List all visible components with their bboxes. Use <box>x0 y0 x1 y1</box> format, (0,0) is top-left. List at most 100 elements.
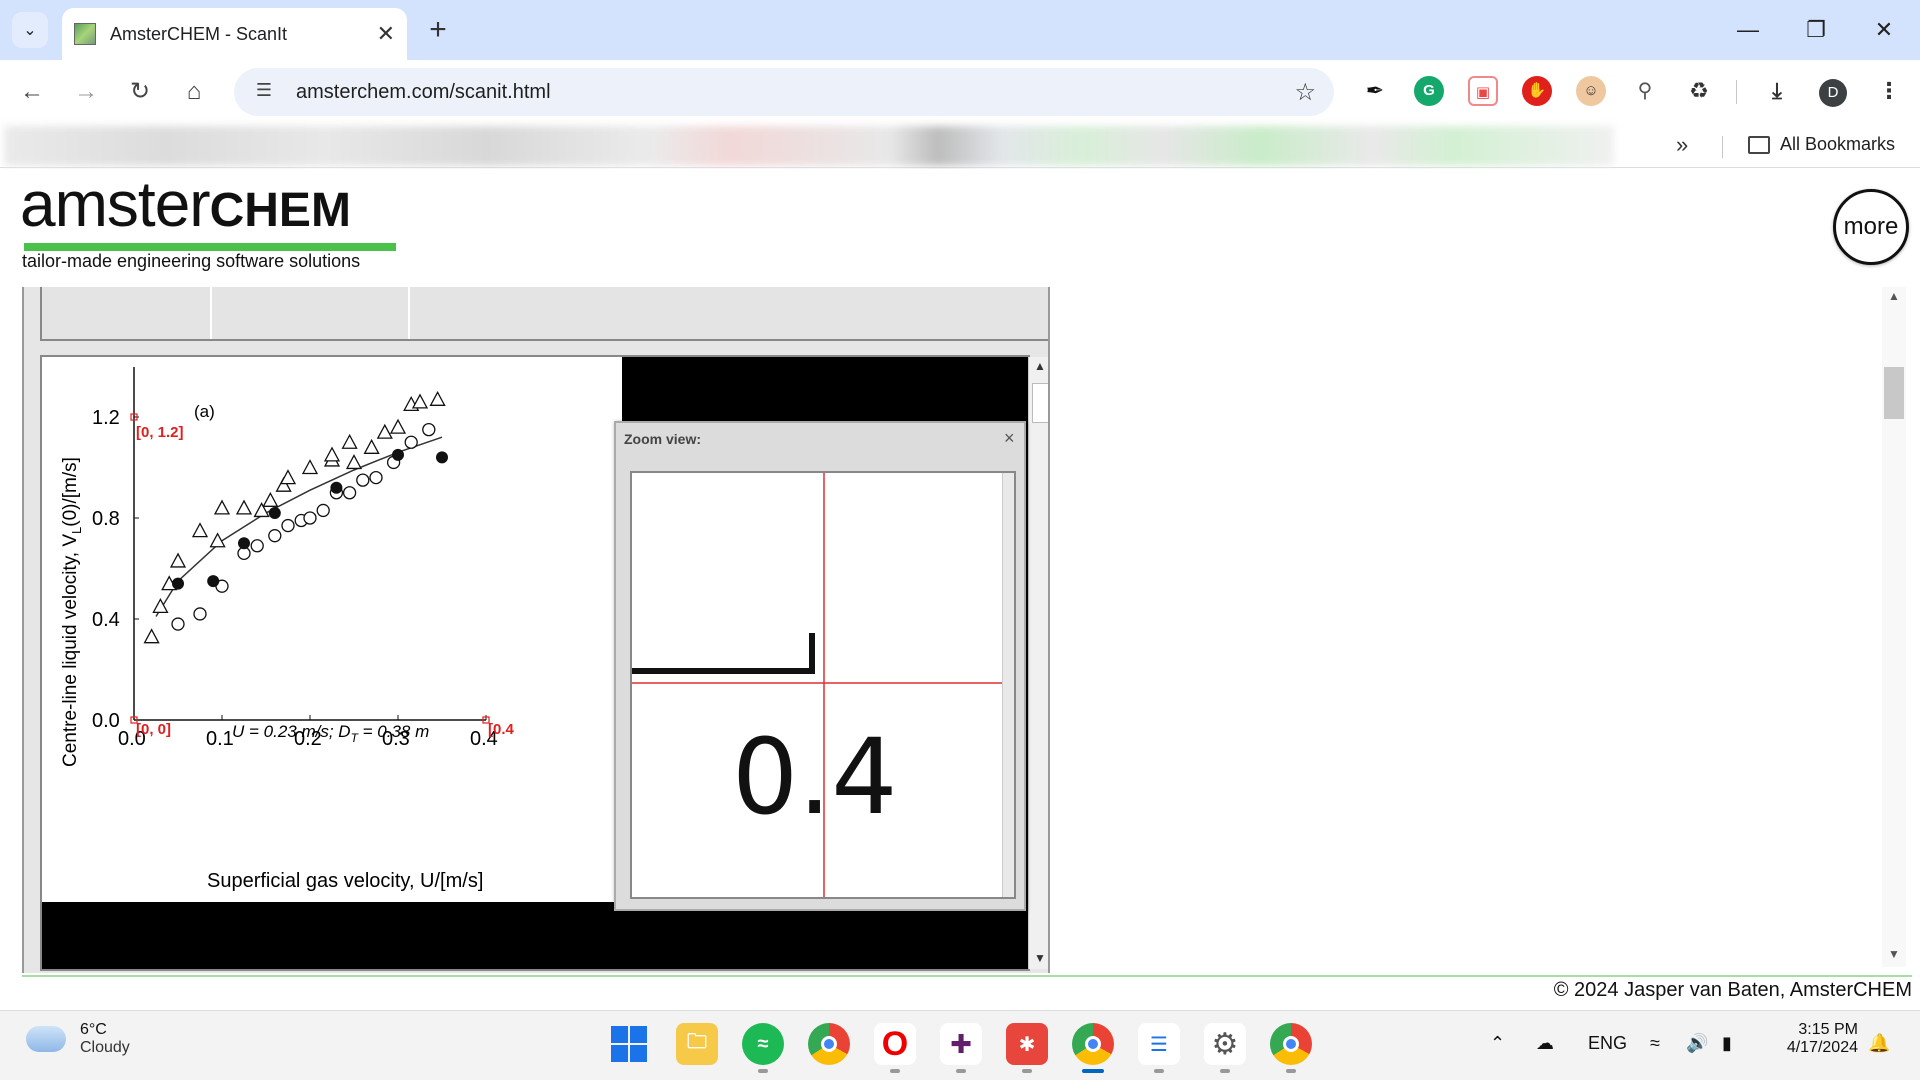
open-circle-marker <box>268 529 282 543</box>
back-button[interactable]: ← <box>14 74 50 110</box>
page-scroll-up-icon[interactable]: ▲ <box>1888 289 1900 303</box>
zoom-extension-icon[interactable]: ⚲ <box>1630 76 1660 106</box>
open-circle-marker <box>303 511 317 525</box>
tray-chevron-up-icon[interactable]: ⌃ <box>1490 1033 1505 1054</box>
amsterchem-logo[interactable]: amsterCHEM tailor-made engineering softw… <box>20 168 400 279</box>
zoom-magnified-svg: 0.4 <box>632 473 1002 897</box>
address-bar[interactable]: ☰ amsterchem.com/scanit.html ☆ <box>234 68 1334 116</box>
scanned-chart-image[interactable]: 0.0 0.1 0.2 0.3 0.4 0.0 0.4 0.8 1.2 [0, 1.2] [0, … <box>42 357 622 902</box>
tab-search-button[interactable]: ⌄ <box>12 12 48 48</box>
profile-avatar[interactable]: D <box>1819 79 1847 107</box>
grammarly-extension-icon[interactable]: G <box>1414 76 1444 106</box>
file-explorer-icon[interactable]: 🗀 <box>676 1023 718 1065</box>
notes-app-icon[interactable]: ☰ <box>1138 1023 1180 1073</box>
filled-circle-marker <box>268 506 281 519</box>
canvas-vertical-scrollbar[interactable]: ▲ ▼ <box>1028 357 1048 969</box>
triangle-marker <box>143 628 160 644</box>
open-circle-marker <box>422 422 436 437</box>
triangle-marker <box>411 393 429 409</box>
forward-button[interactable]: → <box>68 74 104 110</box>
running-indicator <box>890 1069 900 1073</box>
all-bookmarks-button[interactable]: All Bookmarks <box>1748 134 1895 155</box>
triangle-marker <box>213 499 231 515</box>
applet-toolbar-segment-2[interactable] <box>214 287 410 339</box>
annotation-tail: = 0.38 m <box>358 722 429 741</box>
screenshot-extension-icon[interactable]: ▣ <box>1468 76 1498 106</box>
y-tick-label: 1.2 <box>92 407 120 429</box>
download-icon[interactable]: ⤓ <box>1762 76 1792 106</box>
wifi-icon[interactable]: ≈ <box>1650 1033 1660 1054</box>
running-indicator <box>1022 1069 1032 1073</box>
scanned-chart-svg: 0.0 0.1 0.2 0.3 0.40.00.40.81.2 [0, 1.2][0, … <box>60 367 515 892</box>
windows-taskbar: 6°C Cloudy 🗀 ≈ O ✚ ✱ ☰ ⚙ ⌃ ☁ ENG ≈ 🔊 ▮ 3… <box>0 1010 1920 1080</box>
eyedropper-extension-icon[interactable]: ✒ <box>1360 76 1390 106</box>
home-button[interactable]: ⌂ <box>176 74 212 110</box>
windows-start-icon[interactable] <box>608 1023 650 1065</box>
slack-icon[interactable]: ✚ <box>940 1023 982 1073</box>
zoom-close-icon[interactable]: × <box>1004 428 1015 449</box>
triangle-marker <box>235 499 253 515</box>
adblock-extension-icon[interactable]: ✋ <box>1522 76 1552 106</box>
chevron-down-icon: ⌄ <box>23 22 37 39</box>
language-indicator[interactable]: ENG <box>1588 1033 1627 1054</box>
new-tab-button[interactable]: + <box>420 12 456 48</box>
close-window-button[interactable]: ✕ <box>1854 10 1914 50</box>
site-info-icon[interactable]: ☰ <box>252 80 276 104</box>
page-scroll-down-icon[interactable]: ▼ <box>1888 947 1900 961</box>
triangle-marker <box>429 390 446 406</box>
web-page: amsterCHEM tailor-made engineering softw… <box>0 168 1920 1009</box>
system-clock[interactable]: 3:15 PM 4/17/2024 <box>1768 1021 1858 1057</box>
scroll-down-arrow-icon[interactable]: ▼ <box>1034 951 1046 965</box>
active-tab[interactable]: AmsterCHEM - ScanIt ✕ <box>62 8 407 60</box>
zoom-view-window[interactable]: Zoom view: × 0.4 <box>614 421 1026 911</box>
folder-icon <box>1748 135 1770 154</box>
chart-axes <box>133 367 486 721</box>
panel-label: (a) <box>194 402 215 421</box>
triangle-marker <box>323 446 341 462</box>
active-indicator <box>1082 1069 1104 1073</box>
avatar-extension-icon[interactable]: ☺ <box>1576 76 1606 106</box>
applet-toolbar-segment-1[interactable] <box>42 287 212 339</box>
tab-strip: ⌄ AmsterCHEM - ScanIt ✕ + — ❐ ✕ <box>0 0 1920 60</box>
page-vertical-scrollbar[interactable]: ▲ ▼ <box>1882 287 1906 967</box>
menu-kebab-icon[interactable]: ⋮ <box>1874 76 1904 106</box>
bookmarks-bar: » All Bookmarks <box>0 124 1920 168</box>
black-canvas-region <box>622 357 1028 421</box>
all-bookmarks-label: All Bookmarks <box>1780 134 1896 154</box>
url-text[interactable]: amsterchem.com/scanit.html <box>296 81 1294 104</box>
zoom-scrollbar[interactable] <box>1002 473 1014 897</box>
more-button[interactable]: more <box>1833 189 1909 265</box>
applet-toolbar <box>40 287 1048 341</box>
chrome-icon[interactable] <box>808 1023 850 1065</box>
chrome-canary-icon[interactable] <box>1270 1023 1312 1073</box>
canvas-scroll-thumb[interactable] <box>1032 383 1048 423</box>
toolbar-divider <box>1736 80 1737 104</box>
filled-circle-marker <box>436 451 448 464</box>
weather-widget[interactable]: 6°C Cloudy <box>26 1021 130 1057</box>
chrome-profile-icon[interactable] <box>1072 1023 1114 1073</box>
task-app-icon[interactable]: ✱ <box>1006 1023 1048 1073</box>
close-tab-icon[interactable]: ✕ <box>377 21 395 47</box>
restore-button[interactable]: ❐ <box>1786 10 1846 50</box>
scroll-up-arrow-icon[interactable]: ▲ <box>1034 359 1046 373</box>
triangle-marker <box>191 522 209 538</box>
volume-icon[interactable]: 🔊 <box>1686 1033 1708 1054</box>
extensions-puzzle-icon[interactable]: ♻ <box>1684 76 1714 106</box>
bookmark-star-icon[interactable]: ☆ <box>1294 78 1316 107</box>
bookmarks-overflow-icon[interactable]: » <box>1676 132 1688 158</box>
zoomed-tick-label: 0.4 <box>732 716 897 838</box>
calibration-markers: [0, 1.2] [0, 0] [0.4 <box>130 413 515 738</box>
onedrive-cloud-icon[interactable]: ☁ <box>1536 1033 1554 1054</box>
settings-gear-icon[interactable]: ⚙ <box>1204 1023 1246 1073</box>
open-circle-marker <box>356 473 370 487</box>
notification-bell-icon[interactable]: 🔔 <box>1868 1033 1890 1054</box>
opera-icon[interactable]: O <box>874 1023 916 1073</box>
open-circle-marker <box>369 470 383 485</box>
running-indicator <box>1154 1069 1164 1073</box>
spotify-icon[interactable]: ≈ <box>742 1023 784 1073</box>
reload-button[interactable]: ↻ <box>122 74 158 110</box>
battery-icon[interactable]: ▮ <box>1722 1033 1732 1054</box>
zoom-canvas: 0.4 <box>630 471 1016 899</box>
minimize-button[interactable]: — <box>1718 10 1778 50</box>
page-scroll-thumb[interactable] <box>1884 367 1904 419</box>
